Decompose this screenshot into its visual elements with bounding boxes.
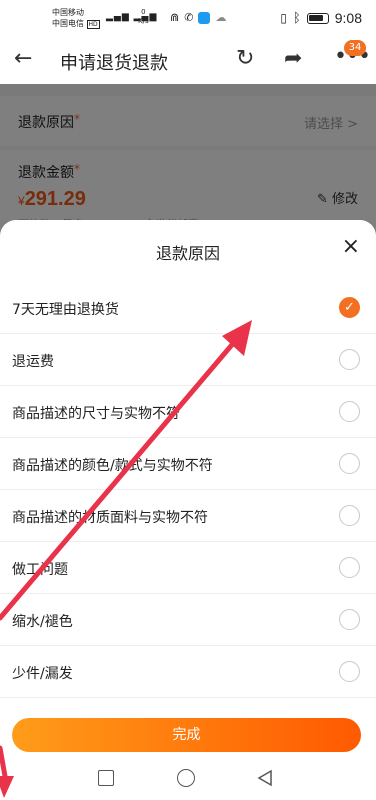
close-icon[interactable]: × xyxy=(342,236,360,258)
battery-icon xyxy=(306,12,329,24)
radio-unchecked-icon[interactable] xyxy=(339,401,360,422)
system-nav-bar xyxy=(0,758,376,800)
vibrate-icon: ▯ xyxy=(280,11,287,25)
reason-option-label: 做工问题 xyxy=(12,562,68,578)
home-icon[interactable] xyxy=(177,769,195,787)
page-title: 申请退货退款 xyxy=(60,53,168,74)
done-button[interactable]: 完成 xyxy=(12,718,361,752)
refresh-icon[interactable]: ↻ xyxy=(236,46,254,71)
reason-option[interactable]: 缩水/褪色 xyxy=(0,594,376,646)
reason-option-label: 7天无理由退换货 xyxy=(12,302,119,318)
radio-checked-icon[interactable]: ✓ xyxy=(339,297,360,318)
radio-unchecked-icon[interactable] xyxy=(339,609,360,630)
reason-option[interactable]: 少件/漏发 xyxy=(0,646,376,698)
radio-unchecked-icon[interactable] xyxy=(339,349,360,370)
carrier-1: 中国移动 xyxy=(52,8,84,17)
qq-icon xyxy=(198,11,211,24)
radio-unchecked-icon[interactable] xyxy=(339,453,360,474)
reason-option-label: 商品描述的材质面料与实物不符 xyxy=(12,510,208,526)
clock: 9:08 xyxy=(334,10,362,26)
radio-unchecked-icon[interactable] xyxy=(339,661,360,682)
reason-option-label: 商品描述的尺寸与实物不符 xyxy=(12,406,180,422)
notification-icons: ⋒ ✆ ☁ xyxy=(170,11,226,24)
reason-option[interactable]: 商品描述的尺寸与实物不符 xyxy=(0,386,376,438)
share-icon[interactable]: ➦ xyxy=(284,46,302,71)
radio-unchecked-icon[interactable] xyxy=(339,557,360,578)
cloud-icon: ☁ xyxy=(215,11,227,24)
carrier-2: 中国电信 xyxy=(52,19,84,28)
radio-unchecked-icon[interactable] xyxy=(339,505,360,526)
reason-option[interactable]: 7天无理由退换货 ✓ xyxy=(0,282,376,334)
status-bar: 中国移动 中国电信 HD ▂▄▆ ▂▄▆ 0 K/s ⋒ ✆ ☁ ▯ ᛒ 9:0… xyxy=(0,0,376,36)
reason-option[interactable]: 做工问题 xyxy=(0,542,376,594)
carrier-names: 中国移动 中国电信 HD xyxy=(52,7,100,30)
signal-icon: ▂▄▆ ▂▄▆ xyxy=(106,12,158,22)
net-speed: 0 K/s xyxy=(138,8,149,25)
bluetooth-icon: ᛒ xyxy=(292,10,301,26)
back-triangle-icon[interactable] xyxy=(256,769,274,787)
back-arrow-icon[interactable]: ← xyxy=(14,46,32,71)
phone-icon: ✆ xyxy=(184,11,194,24)
wifi-icon: ⋒ xyxy=(170,11,180,24)
hd-badge: HD xyxy=(86,20,100,29)
reason-option[interactable]: 商品描述的材质面料与实物不符 xyxy=(0,490,376,542)
reason-option[interactable]: 商品描述的颜色/款式与实物不符 xyxy=(0,438,376,490)
reason-option-label: 退运费 xyxy=(12,354,54,370)
sheet-title: 退款原因 xyxy=(155,244,220,263)
status-right: ▯ ᛒ 9:08 xyxy=(280,10,362,26)
reason-option-label: 商品描述的颜色/款式与实物不符 xyxy=(12,458,213,474)
reason-option[interactable]: 退运费 xyxy=(0,334,376,386)
reason-option-label: 缩水/褪色 xyxy=(12,614,73,630)
message-count-badge: 34 xyxy=(344,40,366,56)
recent-apps-icon[interactable] xyxy=(98,770,114,786)
refund-reason-sheet: 退款原因 × 7天无理由退换货 ✓ 退运费 商品描述的尺寸与实物不符 商品描述的… xyxy=(0,220,376,800)
reason-option-label: 少件/漏发 xyxy=(12,666,73,682)
nav-bar: ← 申请退货退款 ↻ ➦ ••• 34 xyxy=(0,36,376,84)
